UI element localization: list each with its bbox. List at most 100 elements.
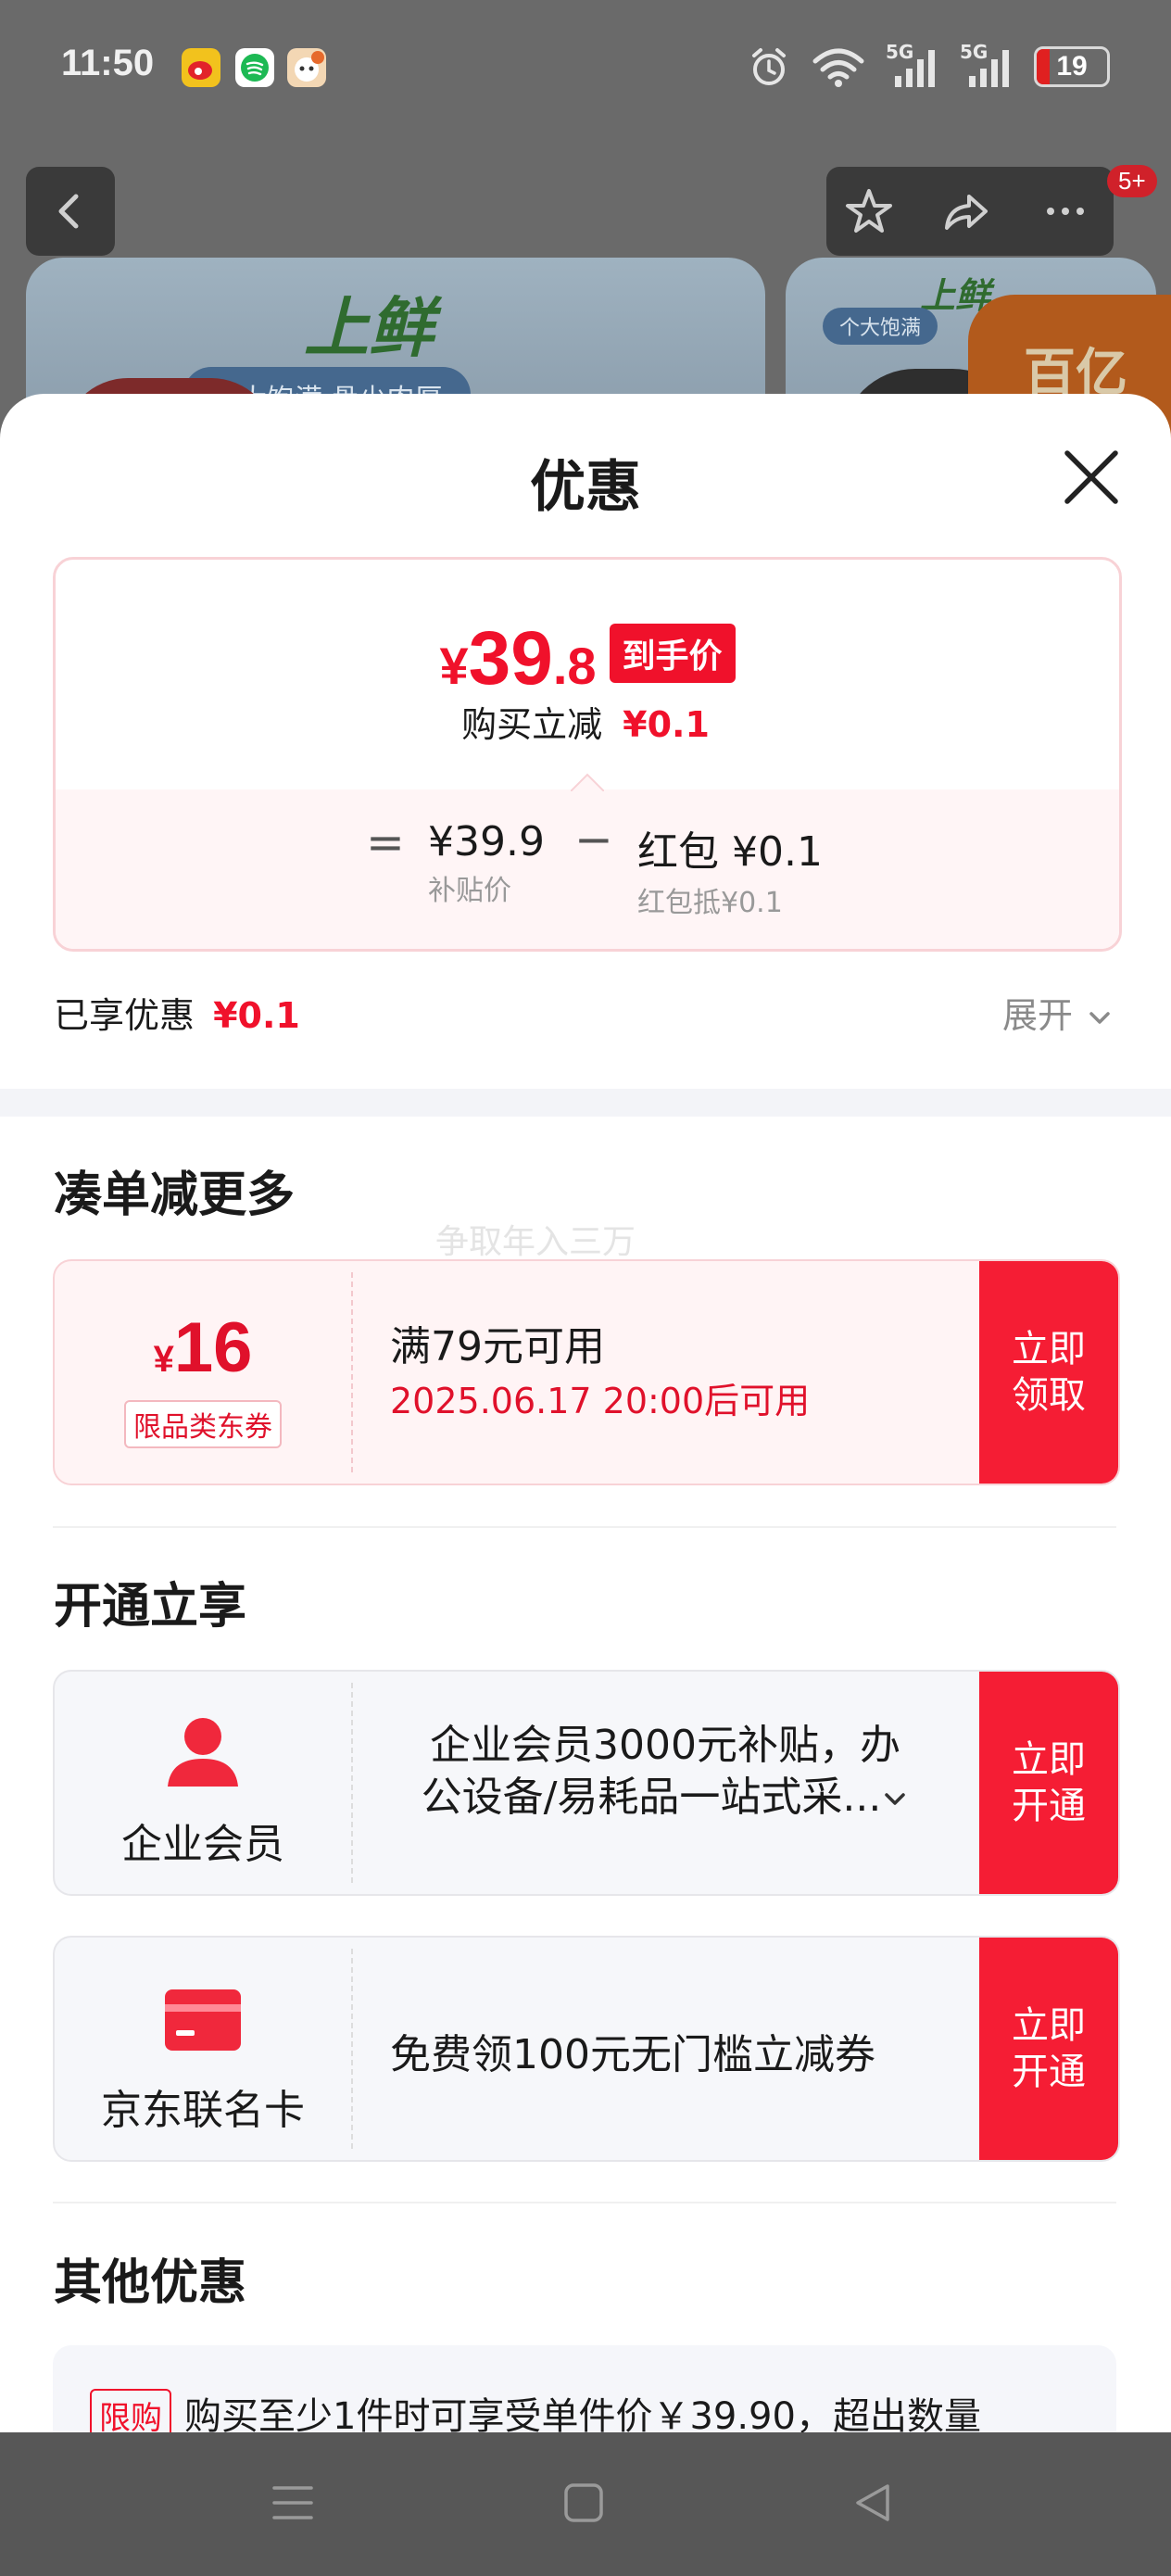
open-membership-label: 立即 开通 <box>1012 1736 1086 1829</box>
signal-5g-1: 5G <box>886 41 939 89</box>
battery-icon: 19 <box>1034 46 1110 87</box>
open-card-button[interactable]: 立即 开通 <box>979 1938 1118 2160</box>
open-membership-line1: 立即 <box>1012 1738 1086 1781</box>
credit-card-name: 京东联名卡 <box>101 2087 305 2134</box>
claim-coupon-line2: 领取 <box>1012 1374 1086 1417</box>
back-triangle-icon[interactable] <box>850 2481 895 2525</box>
credit-card-desc: 免费领100元无门槛立减券 <box>390 2031 875 2078</box>
background-brand-logo: 上鲜 <box>304 289 434 366</box>
hongbao-line: 红包 ¥0.1 <box>637 818 823 878</box>
coupon-amount: ¥16 <box>55 1307 351 1388</box>
coupon-amount-value: 16 <box>173 1308 253 1387</box>
weibo-app-icon <box>182 48 220 87</box>
chevron-down-icon <box>885 1793 906 1805</box>
claim-coupon-label: 立即 领取 <box>1012 1326 1086 1419</box>
coupon-type-tag: 限品类东券 <box>55 1400 351 1448</box>
sheet-title: 优惠 <box>530 455 641 520</box>
coupon-yen: ¥ <box>153 1339 174 1380</box>
expand-toggle[interactable]: 展开 <box>1002 987 1115 1038</box>
other-offer-text: 购买至少1件时可享受单件价￥39.90，超出数量 <box>184 2395 981 2432</box>
system-nav-bar <box>0 2432 1171 2576</box>
coupon-type-label: 限品类东券 <box>124 1400 282 1448</box>
price-breakdown-card: ¥39.8 到手价 <box>53 557 1122 952</box>
menu-icon[interactable] <box>271 2481 315 2525</box>
open-card-line1: 立即 <box>1012 2004 1086 2047</box>
credit-card-left: 京东联名卡 <box>55 1938 351 2160</box>
coupon-condition: 满79元可用 <box>390 1323 605 1370</box>
section-title-more: 凑单减更多 <box>54 1168 296 1223</box>
background-slogan-side: 个大饱满 <box>823 308 938 345</box>
enjoyed-discount: 已享优惠 ¥0.1 <box>54 987 300 1038</box>
section-title-open: 开通立享 <box>54 1579 247 1635</box>
star-icon[interactable] <box>841 183 897 239</box>
final-price-decimal: .8 <box>552 637 597 695</box>
discount-sheet: 优惠 ¥39.8 到手价 购买立减 ¥0.1 = ¥39.9 补贴价 − 红包 ¥… <box>0 394 1171 2432</box>
membership-desc-line1: 企业会员3000元补贴，办 <box>430 1722 900 1769</box>
hongbao-label: 红包 <box>637 828 719 876</box>
notification-badge: 5+ <box>1107 165 1157 197</box>
limit-purchase-tag: 限购 <box>90 2389 171 2432</box>
final-price-integer: 39 <box>468 616 553 701</box>
hongbao-block: 红包 ¥0.1 红包抵¥0.1 <box>637 818 823 920</box>
more-icon[interactable] <box>1038 183 1093 239</box>
battery-level: 19 <box>1056 51 1088 82</box>
status-time: 11:50 <box>61 43 155 83</box>
section-divider <box>0 1089 1171 1117</box>
membership-desc-line2: 公设备/易耗品一站式采... <box>421 1774 882 1821</box>
credit-card-info: 免费领100元无门槛立减券 <box>351 1938 979 2160</box>
hongbao-value: ¥0.1 <box>732 828 823 876</box>
instant-discount-label: 购买立减 <box>461 704 603 745</box>
other-offer-line: 限购 购买至少1件时可享受单件价￥39.90，超出数量 <box>90 2386 981 2432</box>
back-button[interactable] <box>26 167 115 256</box>
final-price: ¥39.8 到手价 <box>56 615 1119 702</box>
credit-card-offer: 京东联名卡 免费领100元无门槛立减券 立即 开通 <box>53 1936 1120 2162</box>
coupon-info: 满79元可用 2025.06.17 20:00后可用 <box>351 1261 979 1484</box>
close-button[interactable] <box>1056 442 1127 512</box>
open-membership-button[interactable]: 立即 开通 <box>979 1672 1118 1894</box>
watermark-text: 争取年入三万 <box>435 1223 636 1261</box>
coupon-valid-time: 2025.06.17 20:00后可用 <box>390 1381 811 1421</box>
credit-card-icon <box>165 1989 241 2051</box>
user-icon <box>168 1718 238 1787</box>
subsidy-price-value: ¥39.9 <box>428 818 545 865</box>
close-icon <box>1064 450 1118 504</box>
membership-desc: 企业会员3000元补贴，办公设备/易耗品一站式采... <box>351 1720 979 1824</box>
instant-discount-line: 购买立减 ¥0.1 <box>0 696 1171 747</box>
section-rule-1 <box>53 1526 1116 1528</box>
final-price-tag: 到手价 <box>609 624 736 683</box>
signal-5g-2: 5G <box>960 41 1014 89</box>
pointer-notch <box>571 773 604 791</box>
signal-bars-icon-2 <box>969 50 1009 87</box>
other-offer-item: 限购 购买至少1件时可享受单件价￥39.90，超出数量 <box>53 2345 1116 2432</box>
spotify-app-icon <box>235 48 274 87</box>
membership-name: 企业会员 <box>121 1821 284 1868</box>
share-icon[interactable] <box>938 183 993 239</box>
minus-sign: − <box>574 813 613 866</box>
alarm-icon <box>752 48 786 85</box>
membership-left: 企业会员 <box>55 1672 351 1894</box>
hongbao-sub: 红包抵¥0.1 <box>637 887 783 919</box>
chevron-down-icon <box>1089 1011 1110 1024</box>
open-membership-line2: 开通 <box>1012 1785 1086 1827</box>
cartoon-app-icon <box>287 48 326 87</box>
final-price-yen: ¥ <box>439 637 469 695</box>
signal-bars-icon <box>895 50 935 87</box>
claim-coupon-button[interactable]: 立即 领取 <box>979 1261 1118 1484</box>
status-icons: 5G 5G 19 <box>747 41 1110 93</box>
instant-discount-value: ¥0.1 <box>623 704 710 745</box>
membership-info[interactable]: 企业会员3000元补贴，办公设备/易耗品一站式采... <box>351 1672 979 1894</box>
claim-coupon-line1: 立即 <box>1012 1328 1086 1370</box>
subsidy-price-label: 补贴价 <box>428 875 511 907</box>
coupon-amount-area: ¥16 限品类东券 <box>55 1261 351 1484</box>
expand-label: 展开 <box>1002 995 1074 1036</box>
open-card-line2: 开通 <box>1012 2051 1086 2093</box>
subsidy-price-block: ¥39.9 补贴价 <box>428 818 545 908</box>
equals-sign: = <box>366 815 405 869</box>
wifi-icon <box>812 48 864 87</box>
section-rule-2 <box>53 2202 1116 2203</box>
top-action-group <box>826 167 1114 256</box>
home-icon[interactable] <box>561 2481 606 2525</box>
section-title-other: 其他优惠 <box>54 2255 247 2311</box>
coupon-card: ¥16 限品类东券 满79元可用 2025.06.17 20:00后可用 立即领… <box>53 1259 1120 1485</box>
membership-card: 企业会员 企业会员3000元补贴，办公设备/易耗品一站式采... 立即 开通 <box>53 1670 1120 1896</box>
